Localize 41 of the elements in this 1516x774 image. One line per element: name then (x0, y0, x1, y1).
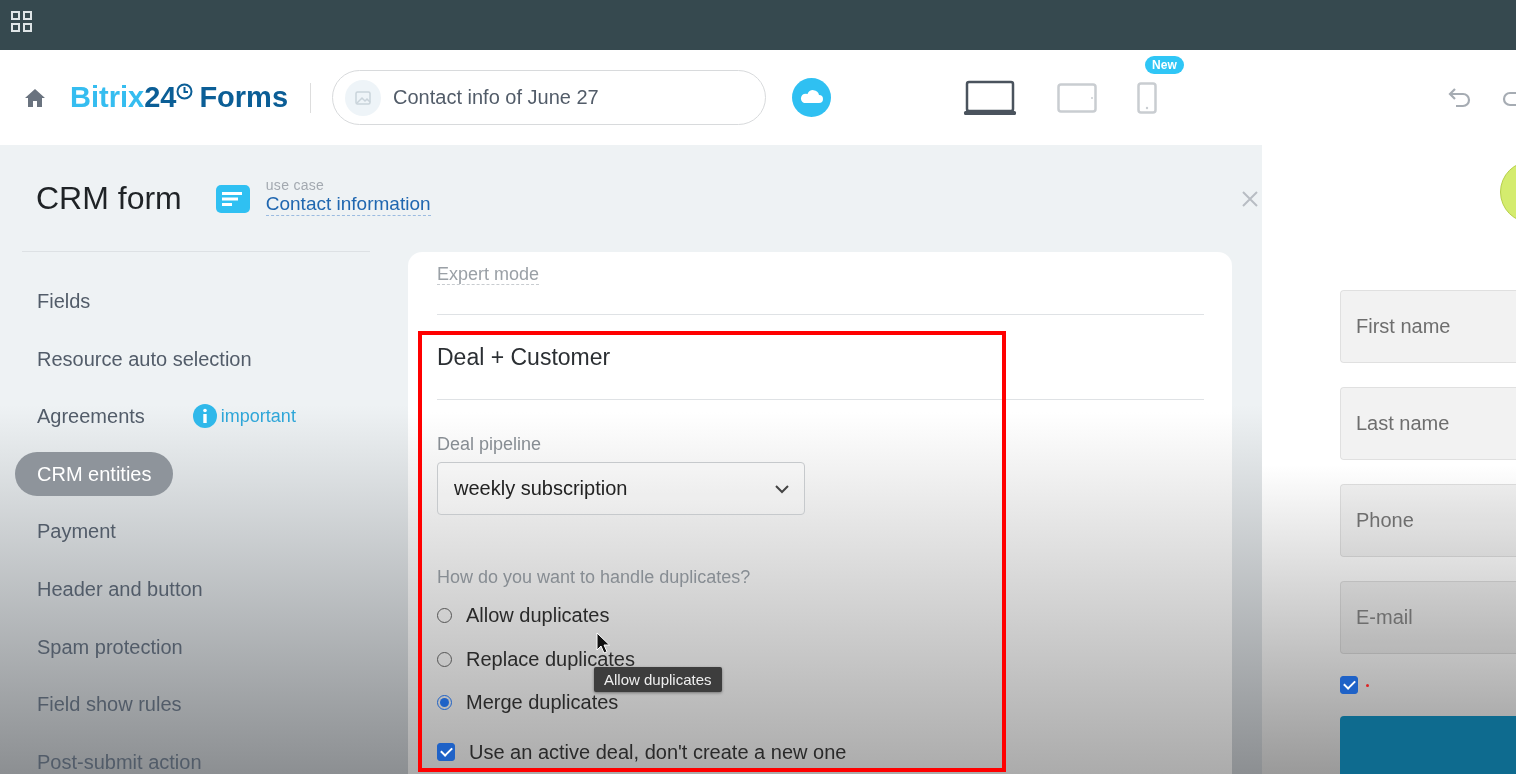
input-field[interactable]: E-mail (1340, 581, 1516, 654)
checkbox[interactable] (1340, 676, 1358, 694)
section-title: Deal + Customer (437, 343, 612, 372)
use-case-link[interactable]: Contact information (265, 193, 431, 216)
checkbox[interactable] (437, 743, 455, 762)
important-link[interactable]: important (220, 405, 296, 427)
undo-icon[interactable] (1447, 86, 1473, 110)
laptop-icon[interactable] (963, 79, 1018, 116)
info-icon (192, 404, 217, 429)
sidebar-item[interactable]: Header and button (15, 566, 225, 611)
new-badge: New (1145, 55, 1184, 74)
app-logo: Bitrix24 Forms (70, 81, 289, 114)
cloud-button[interactable] (792, 78, 832, 117)
radio-label: Allow duplicates (466, 604, 610, 628)
input-field[interactable]: First name (1340, 290, 1516, 363)
chevron-icon (774, 483, 790, 494)
sidebar-item[interactable]: Agreements (15, 394, 167, 439)
apps-grid-icon[interactable] (11, 11, 32, 32)
list-icon (215, 184, 250, 213)
input-field[interactable]: Last name (1340, 387, 1516, 460)
home-icon[interactable] (24, 87, 46, 108)
sidebar-item[interactable]: Post-submit action (15, 739, 224, 774)
sidebar-item[interactable]: Resource auto selection (15, 336, 274, 381)
question-label: How do you want to handle duplicates? (437, 566, 752, 589)
field-label: Deal pipeline (437, 433, 543, 456)
use-case-label: use case (265, 177, 326, 193)
required-dot (1366, 683, 1369, 687)
sidebar-item[interactable]: CRM entities (15, 451, 174, 496)
tooltip: Allow duplicates (594, 667, 722, 692)
checkbox-label: Use an active deal, don't create a new one (469, 740, 847, 764)
sidebar-item[interactable]: Field show rules (15, 682, 204, 727)
close-icon[interactable] (1240, 189, 1260, 209)
sidebar-item[interactable]: Spam protection (15, 624, 205, 669)
image-icon (345, 79, 382, 116)
expert-mode-link[interactable]: Expert mode (437, 263, 540, 285)
sidebar-item[interactable]: Payment (15, 509, 138, 554)
panel-title: CRM form (36, 180, 182, 217)
sidebar-item[interactable]: Fields (15, 279, 113, 323)
input-field[interactable]: Phone (1340, 484, 1516, 557)
pipeline-select[interactable]: weekly subscription (437, 462, 805, 515)
radio-label: Merge duplicates (466, 691, 619, 715)
